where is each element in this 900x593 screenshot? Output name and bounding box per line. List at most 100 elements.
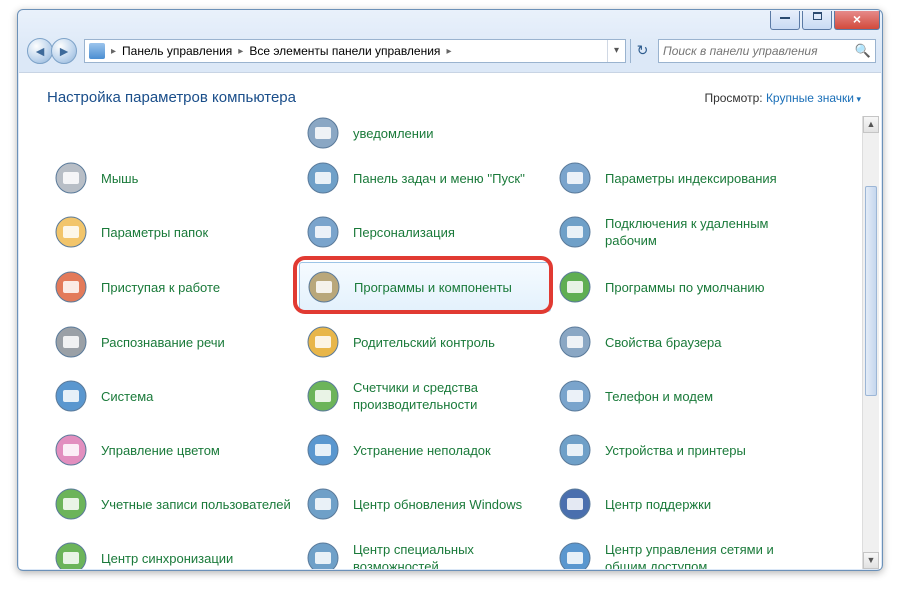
item-icon — [555, 430, 595, 470]
item-icon — [303, 212, 343, 252]
view-mode-link[interactable]: Крупные значки — [766, 91, 861, 105]
item-icon — [51, 430, 91, 470]
nav-row: ◄ ► ▸ Панель управления ▸ Все элементы п… — [18, 34, 882, 68]
chevron-right-icon[interactable]: ▸ — [444, 46, 453, 57]
address-dropdown[interactable]: ▾ — [607, 40, 625, 62]
breadcrumb-seg[interactable]: Все элементы панели управления — [245, 44, 444, 58]
control-panel-item[interactable]: Устранение неполадок — [299, 426, 551, 474]
item-label: Параметры папок — [101, 224, 208, 241]
control-panel-item[interactable]: Учетные записи пользователей — [47, 480, 299, 528]
item-icon — [555, 376, 595, 416]
scroll-down-button[interactable]: ▼ — [863, 552, 879, 569]
control-panel-item[interactable]: Центр синхронизации — [47, 534, 299, 569]
search-box[interactable]: 🔍 — [658, 39, 876, 63]
search-input[interactable] — [663, 44, 855, 58]
item-icon — [303, 322, 343, 362]
control-panel-item[interactable]: Параметры индексирования — [551, 154, 803, 202]
scroll-up-button[interactable]: ▲ — [863, 116, 879, 133]
control-panel-item[interactable]: Мышь — [47, 154, 299, 202]
control-panel-item[interactable]: Центр специальных возможностей — [299, 534, 551, 569]
item-label: Приступая к работе — [101, 279, 220, 296]
item-label: Распознавание речи — [101, 334, 225, 351]
item-label: Параметры индексирования — [605, 170, 777, 187]
refresh-button[interactable]: ↻ — [630, 39, 654, 63]
control-panel-item[interactable]: Родительский контроль — [299, 318, 551, 366]
item-icon — [555, 322, 595, 362]
view-options: Просмотр: Крупные значки — [704, 91, 861, 105]
item-icon — [303, 122, 343, 144]
item-icon — [51, 376, 91, 416]
item-label: Свойства браузера — [605, 334, 721, 351]
control-panel-item[interactable]: Программы по умолчанию — [551, 262, 803, 312]
control-panel-item[interactable]: Подключения к удаленным рабочим — [551, 208, 803, 256]
control-panel-item[interactable]: Система — [47, 372, 299, 420]
item-label: Подключения к удаленным рабочим — [605, 215, 795, 249]
item-label: Мышь — [101, 170, 138, 187]
item-label: Программы и компоненты — [354, 279, 512, 296]
content-header: Настройка параметров компьютера Просмотр… — [19, 73, 881, 116]
control-panel-item[interactable]: Персонализация — [299, 208, 551, 256]
item-icon — [555, 158, 595, 198]
control-panel-item[interactable]: уведомлении — [299, 122, 551, 148]
control-panel-item[interactable]: Программы и компоненты — [299, 262, 551, 312]
item-icon — [303, 430, 343, 470]
item-icon — [303, 538, 343, 569]
scroll-thumb[interactable] — [865, 186, 877, 396]
item-icon — [555, 212, 595, 252]
breadcrumb-seg[interactable]: Панель управления — [118, 44, 236, 58]
control-panel-item[interactable]: Свойства браузера — [551, 318, 803, 366]
item-label: Центр синхронизации — [101, 550, 233, 567]
item-label: Учетные записи пользователей — [101, 496, 291, 513]
item-label: Родительский контроль — [353, 334, 495, 351]
control-panel-item[interactable]: Счетчики и средства производительности — [299, 372, 551, 420]
item-label: уведомлении — [353, 125, 433, 142]
control-panel-icon — [89, 43, 105, 59]
control-panel-item[interactable]: Телефон и модем — [551, 372, 803, 420]
search-icon[interactable]: 🔍 — [855, 43, 871, 59]
item-icon — [51, 212, 91, 252]
maximize-button[interactable] — [802, 11, 832, 30]
control-panel-item[interactable]: Центр поддержки — [551, 480, 803, 528]
control-panel-item[interactable]: Центр обновления Windows — [299, 480, 551, 528]
control-panel-item[interactable]: Приступая к работе — [47, 262, 299, 312]
item-icon — [555, 484, 595, 524]
control-panel-item[interactable]: Параметры папок — [47, 208, 299, 256]
item-icon — [51, 484, 91, 524]
back-button[interactable]: ◄ — [27, 38, 53, 64]
control-panel-item[interactable]: Устройства и принтеры — [551, 426, 803, 474]
item-label: Панель задач и меню ''Пуск'' — [353, 170, 525, 187]
item-label: Счетчики и средства производительности — [353, 379, 543, 413]
item-label: Телефон и модем — [605, 388, 713, 405]
titlebar: × — [18, 10, 882, 34]
item-label: Система — [101, 388, 153, 405]
item-label: Центр обновления Windows — [353, 496, 522, 513]
item-label: Устройства и принтеры — [605, 442, 746, 459]
control-panel-item[interactable]: Центр управления сетями и общим доступом — [551, 534, 803, 569]
address-bar[interactable]: ▸ Панель управления ▸ Все элементы панел… — [84, 39, 626, 63]
item-icon — [303, 484, 343, 524]
forward-button[interactable]: ► — [51, 38, 77, 64]
page-title: Настройка параметров компьютера — [47, 89, 296, 106]
minimize-button[interactable] — [770, 11, 800, 30]
nav-arrows: ◄ ► — [24, 37, 80, 65]
item-label: Центр поддержки — [605, 496, 711, 513]
control-panel-item[interactable]: Управление цветом — [47, 426, 299, 474]
item-label: Программы по умолчанию — [605, 279, 764, 296]
item-label: Управление цветом — [101, 442, 220, 459]
control-panel-item[interactable]: Панель задач и меню ''Пуск'' — [299, 154, 551, 202]
item-icon — [51, 158, 91, 198]
items-area: уведомлении Мышь Панель задач и меню ''Пус… — [19, 116, 881, 569]
chevron-right-icon[interactable]: ▸ — [236, 46, 245, 57]
scrollbar[interactable]: ▲ ▼ — [862, 116, 879, 569]
view-label: Просмотр: — [704, 91, 762, 105]
items-grid: уведомлении Мышь Панель задач и меню ''Пус… — [47, 122, 877, 569]
item-icon — [555, 267, 595, 307]
control-panel-item[interactable]: Распознавание речи — [47, 318, 299, 366]
item-label: Центр управления сетями и общим доступом — [605, 541, 795, 569]
close-button[interactable]: × — [834, 11, 880, 30]
chevron-right-icon[interactable]: ▸ — [109, 46, 118, 57]
item-icon — [51, 538, 91, 569]
item-label: Устранение неполадок — [353, 442, 491, 459]
item-icon — [303, 158, 343, 198]
item-icon — [51, 267, 91, 307]
